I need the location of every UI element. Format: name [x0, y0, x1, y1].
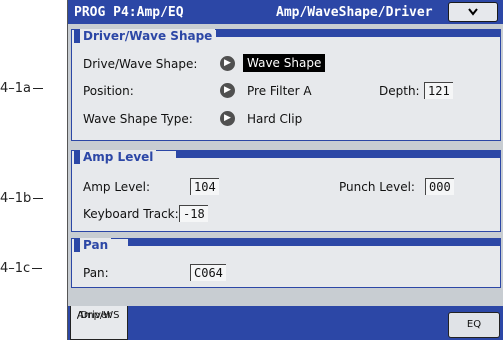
- tab-label-line2: /Driver: [77, 310, 112, 321]
- callout-line: [32, 268, 43, 269]
- amp-level-section: Amp Level Amp Level: 104 Punch Level: 00…: [71, 150, 501, 232]
- callout-line: [33, 88, 44, 89]
- display-panel: PROG P4:Amp/EQ Amp/WaveShape/Driver Driv…: [67, 0, 503, 340]
- keyboard-track-value[interactable]: -18: [179, 205, 208, 222]
- wave-shape-type-popup-button[interactable]: ▶: [220, 111, 235, 126]
- tab-label: EQ: [466, 319, 482, 330]
- amp-level-value[interactable]: 104: [190, 178, 219, 195]
- tab-eq[interactable]: EQ: [448, 312, 500, 338]
- callout-label: 4–1b: [0, 191, 32, 206]
- drive-wave-shape-popup-button[interactable]: ▶: [220, 56, 235, 71]
- pan-value[interactable]: C064: [190, 264, 226, 281]
- position-value[interactable]: Pre Filter A: [247, 84, 312, 98]
- callout-label: 4–1a: [0, 81, 32, 96]
- section-title: Driver/Wave Shape: [80, 29, 216, 43]
- pan-label: Pan:: [83, 266, 109, 280]
- section-bar: [176, 151, 500, 158]
- section-title: Amp Level: [80, 150, 157, 164]
- wave-shape-type-value[interactable]: Hard Clip: [247, 112, 302, 126]
- pan-section: Pan Pan: C064: [71, 238, 501, 288]
- section-header: Driver/Wave Shape: [74, 29, 216, 43]
- section-header: Pan: [74, 238, 112, 252]
- position-popup-button[interactable]: ▶: [220, 83, 235, 98]
- punch-level-label: Punch Level:: [339, 180, 415, 194]
- page-title: PROG P4:Amp/EQ: [74, 5, 184, 20]
- wave-shape-type-label: Wave Shape Type:: [83, 112, 193, 126]
- depth-value[interactable]: 121: [424, 82, 453, 99]
- punch-level-value[interactable]: 000: [425, 178, 454, 195]
- callout-line: [33, 198, 44, 199]
- drive-wave-shape-value[interactable]: Wave Shape: [243, 54, 326, 72]
- driver-wave-shape-section: Driver/Wave Shape Drive/Wave Shape: ▶ Wa…: [71, 29, 501, 141]
- section-header: Amp Level: [74, 150, 157, 164]
- subpage-title: Amp/WaveShape/Driver: [276, 5, 433, 20]
- tab-bar: Amp/WS/Driver EQ: [68, 306, 503, 340]
- callout-4-1c: 4–1c: [0, 261, 43, 276]
- section-bar: [216, 30, 500, 37]
- section-bar: [128, 239, 500, 246]
- page-menu-button[interactable]: [448, 2, 498, 22]
- callout-4-1a: 4–1a: [0, 81, 44, 96]
- title-bar: PROG P4:Amp/EQ Amp/WaveShape/Driver: [68, 0, 503, 24]
- drive-wave-shape-label: Drive/Wave Shape:: [83, 57, 198, 71]
- amp-level-label: Amp Level:: [83, 180, 151, 194]
- position-label: Position:: [83, 84, 134, 98]
- keyboard-track-label: Keyboard Track:: [83, 207, 179, 221]
- callout-4-1b: 4–1b: [0, 191, 44, 206]
- tab-amp-ws-driver[interactable]: Amp/WS/Driver: [70, 306, 128, 340]
- depth-label: Depth:: [379, 84, 420, 98]
- arrow-right-icon: ▶: [224, 85, 231, 95]
- arrow-right-icon: ▶: [224, 58, 231, 68]
- arrow-right-icon: ▶: [224, 113, 231, 123]
- section-title: Pan: [80, 238, 112, 252]
- chevron-down-icon: [468, 5, 478, 18]
- callout-label: 4–1c: [0, 261, 31, 276]
